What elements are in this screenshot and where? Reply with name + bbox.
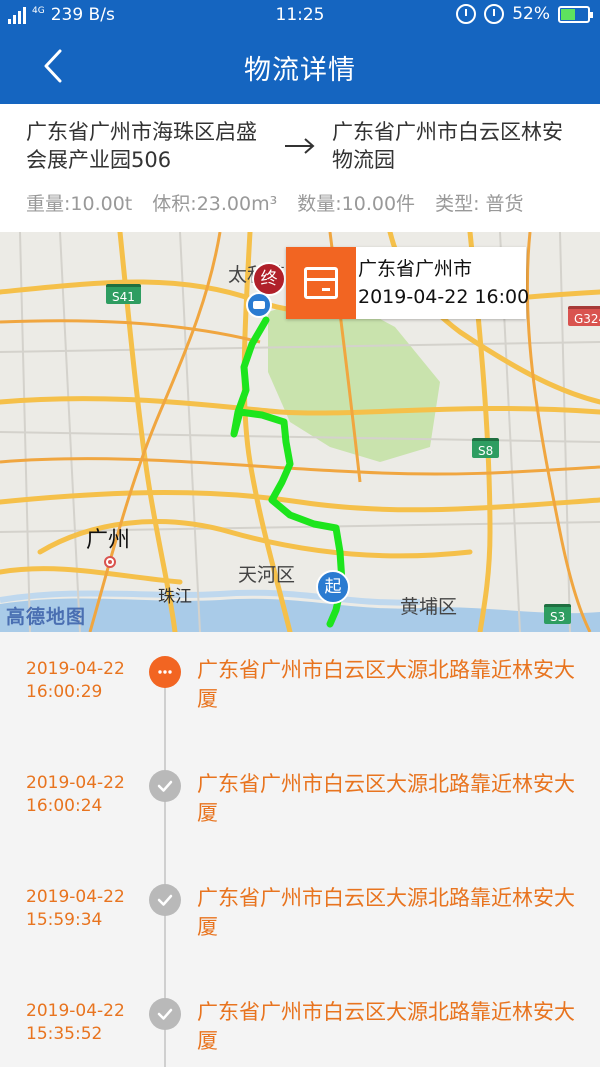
- destination-address: 广东省广州市白云区林安物流园: [332, 120, 563, 172]
- tracking-timeline: 2019-04-22 16:00:29 广东省广州市白云区大源北路靠近林安大厦 …: [0, 632, 600, 1067]
- package-icon: [286, 247, 356, 319]
- route-map[interactable]: 太和镇 广州 天河区 珠江 黄埔区 S41 G324 S8 S3 终 起 广东省…: [0, 232, 600, 632]
- check-icon: [149, 770, 181, 802]
- timeline-item: 2019-04-22 15:59:34 广东省广州市白云区大源北路靠近林安大厦: [0, 860, 600, 974]
- cargo-meta: 重量:10.00t 体积:23.00m³ 数量:10.00件 类型: 普货: [26, 189, 586, 216]
- map-label-zhujiang: 珠江: [158, 587, 192, 607]
- arrow-right-icon: [285, 138, 315, 154]
- start-marker[interactable]: 起: [316, 570, 350, 604]
- timeline-location: 广东省广州市白云区大源北路靠近林安大厦: [197, 886, 575, 939]
- battery-icon: [558, 5, 593, 23]
- cargo-weight: 重量:10.00t: [26, 193, 133, 215]
- timeline-date: 2019-04-22: [26, 773, 125, 793]
- timeline-date: 2019-04-22: [26, 659, 125, 679]
- check-icon: [149, 884, 181, 916]
- alarm-icon: [484, 4, 505, 24]
- road-shield-s41: S41: [106, 284, 141, 304]
- amap-logo: 高德地图: [6, 606, 87, 628]
- status-bar: 4G 239 B/s 11:25 52%: [0, 0, 600, 32]
- timeline-location: 广东省广州市白云区大源北路靠近林安大厦: [197, 658, 575, 711]
- shipment-info-card: 广东省广州市海珠区启盛会展产业园506 广东省广州市白云区林安物流园 重量:10…: [0, 104, 600, 232]
- timeline-date: 2019-04-22: [26, 1001, 125, 1021]
- location-popup[interactable]: 广东省广州市 2019-04-22 16:00: [286, 247, 530, 319]
- popup-place: 广东省广州市: [358, 258, 473, 280]
- page-title: 物流详情: [244, 55, 356, 86]
- map-label-city: 广州: [86, 528, 131, 553]
- timeline-location: 广东省广州市白云区大源北路靠近林安大厦: [197, 1000, 575, 1053]
- popup-time: 2019-04-22 16:00: [358, 286, 530, 308]
- timeline-time: 15:35:52: [26, 1024, 103, 1044]
- cargo-count: 数量:10.00件: [297, 193, 416, 215]
- timeline-item: 2019-04-22 16:00:24 广东省广州市白云区大源北路靠近林安大厦: [0, 746, 600, 860]
- timeline-time: 16:00:29: [26, 682, 103, 702]
- cargo-volume: 体积:23.00m³: [152, 193, 278, 215]
- logistics-detail-screen: 4G 239 B/s 11:25 52% 物流详情 广东省广州市海珠区启盛会展产…: [0, 0, 600, 1067]
- timeline-item: 2019-04-22 16:00:29 广东省广州市白云区大源北路靠近林安大厦: [0, 632, 600, 746]
- map-label-huangpu: 黄埔区: [400, 596, 458, 618]
- battery-percent: 52%: [512, 4, 550, 24]
- map-label-tianhe: 天河区: [238, 564, 296, 586]
- app-header: 4G 239 B/s 11:25 52% 物流详情: [0, 0, 600, 104]
- timeline-location: 广东省广州市白云区大源北路靠近林安大厦: [197, 772, 575, 825]
- timeline-time: 16:00:24: [26, 796, 103, 816]
- road-shield-g324: G324: [568, 306, 600, 326]
- road-shield-s8: S8: [472, 438, 500, 458]
- timeline-item: 2019-04-22 15:35:52 广东省广州市白云区大源北路靠近林安大厦: [0, 974, 600, 1067]
- end-marker[interactable]: 终: [252, 262, 286, 296]
- cargo-type: 类型: 普货: [435, 193, 524, 215]
- truck-icon[interactable]: [246, 292, 272, 318]
- rotation-lock-icon: [456, 4, 477, 24]
- timeline-date: 2019-04-22: [26, 887, 125, 907]
- check-icon: [149, 998, 181, 1030]
- origin-address: 广东省广州市海珠区启盛会展产业园506: [26, 120, 257, 172]
- timeline-time: 15:59:34: [26, 910, 103, 930]
- more-dots-icon: [149, 656, 181, 688]
- road-shield-s3: S3: [544, 604, 572, 624]
